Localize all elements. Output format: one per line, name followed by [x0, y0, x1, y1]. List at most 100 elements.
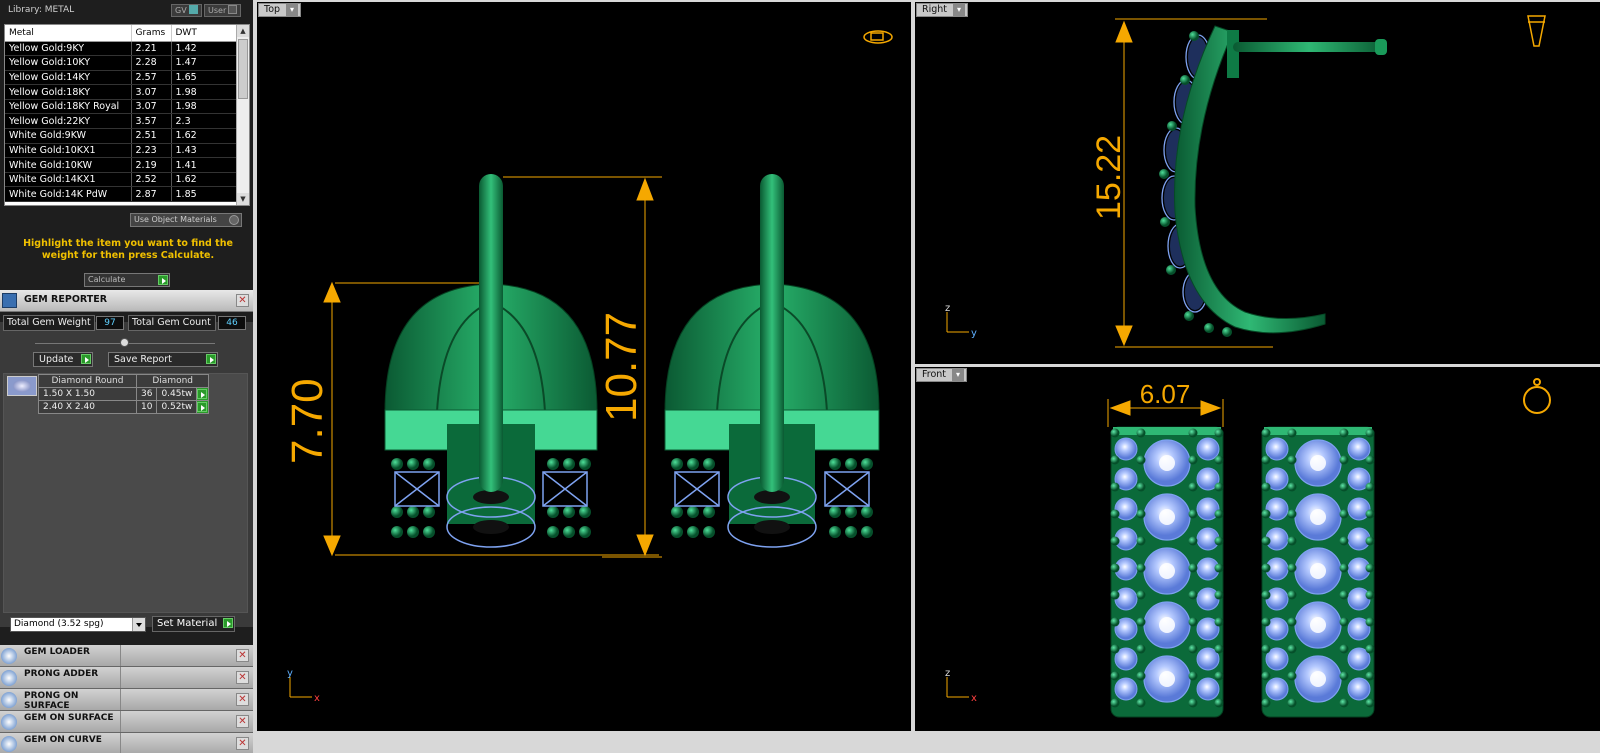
viewport-right[interactable]: 15.22 z y Right: [915, 2, 1600, 364]
dwt-cell: 1.62: [171, 172, 237, 188]
total-gem-weight-value: 97: [96, 316, 124, 330]
use-object-materials-label: Use Object Materials: [134, 215, 217, 224]
gem-count-cell: 10: [135, 400, 158, 414]
metal-row[interactable]: Yellow Gold:9KY 2.21 1.42: [5, 41, 237, 57]
dwt-cell: 1.47: [171, 55, 237, 71]
earring-left-top: [384, 174, 598, 548]
close-icon[interactable]: ✕: [236, 671, 249, 684]
user-toggle[interactable]: User: [204, 4, 242, 17]
gv-toggle[interactable]: GV: [171, 4, 202, 17]
axis-z-label: z: [945, 668, 950, 679]
gem-row[interactable]: 2.40 X 2.40 10 0.52tw: [38, 400, 210, 414]
gem-material-header: Diamond: [135, 374, 210, 388]
metal-name-cell: White Gold:9KW: [5, 128, 132, 144]
grams-cell: 2.51: [131, 128, 172, 144]
gem-reporter-icon: [2, 293, 17, 308]
metal-table[interactable]: Metal Grams DWT Yellow Gold:9KY 2.21 1.42 Y…: [4, 24, 250, 206]
metal-row[interactable]: Yellow Gold:14KY 2.57 1.65: [5, 70, 237, 86]
close-icon[interactable]: ✕: [236, 737, 249, 750]
material-select-value: Diamond (3.52 spg): [14, 619, 104, 629]
viewport-front-label[interactable]: Front: [916, 368, 968, 382]
metal-table-scrollbar[interactable]: ▲ ▼: [236, 25, 249, 205]
gem-weight-cell: 0.45tw: [156, 387, 198, 401]
viewport-right-label[interactable]: Right: [916, 3, 969, 17]
scroll-up-icon[interactable]: ▲: [237, 25, 249, 37]
chevron-down-icon[interactable]: [132, 618, 145, 631]
dimension-label-7-70: 7.70: [283, 378, 332, 464]
update-label: Update: [39, 354, 74, 365]
scroll-thumb[interactable]: [238, 39, 248, 99]
scroll-down-icon[interactable]: ▼: [237, 193, 249, 205]
grams-cell: 2.87: [131, 186, 172, 203]
close-icon[interactable]: ✕: [236, 715, 249, 728]
viewport-top-label[interactable]: Top: [258, 3, 302, 17]
viewport-top[interactable]: 7.70 10.77 y x Top: [257, 2, 911, 731]
view-cube-icon[interactable]: [1527, 15, 1546, 47]
play-arrow-icon[interactable]: [196, 387, 210, 401]
panel-prong-surface[interactable]: PRONG ON SURFACE ✕: [0, 689, 253, 711]
library-header: Library: METAL GV User: [0, 0, 253, 22]
metal-row[interactable]: Yellow Gold:18KY Royal 3.07 1.98: [5, 99, 237, 115]
metal-name-cell: Yellow Gold:10KY: [5, 55, 132, 71]
panel-divider: [120, 645, 230, 666]
prong-adder-icon: [1, 670, 17, 686]
use-object-materials-toggle[interactable]: Use Object Materials: [130, 213, 242, 227]
dimension-label-6-07: 6.07: [1140, 379, 1191, 409]
axis-y-label: y: [287, 668, 293, 679]
metal-row[interactable]: White Gold:9KW 2.51 1.62: [5, 128, 237, 144]
gem-weight-cell: 0.52tw: [156, 400, 198, 414]
close-icon[interactable]: ✕: [236, 294, 249, 307]
play-arrow-icon[interactable]: [196, 400, 210, 414]
panel-gem-surface[interactable]: GEM ON SURFACE ✕: [0, 711, 253, 733]
metal-row[interactable]: White Gold:14KX1 2.52 1.62: [5, 172, 237, 188]
calculate-button[interactable]: Calculate: [84, 273, 170, 287]
dimension-label-10-77: 10.77: [597, 312, 646, 422]
metal-name-cell: White Gold:10KX1: [5, 143, 132, 159]
grams-cell: 2.19: [131, 157, 172, 173]
view-cube-icon[interactable]: [863, 30, 893, 44]
panel-divider: [120, 711, 230, 732]
viewport-front[interactable]: 6.07 z x Front: [915, 367, 1600, 731]
save-report-label: Save Report: [114, 354, 172, 365]
user-label: User: [208, 6, 227, 15]
save-report-button[interactable]: Save Report: [108, 352, 218, 367]
splitter-handle[interactable]: [120, 338, 129, 347]
play-arrow-icon: [206, 354, 216, 364]
top-view-canvas: 7.70 10.77 y x: [283, 30, 893, 704]
earring-side-view: [1159, 25, 1387, 337]
dimension-label-15-22: 15.22: [1090, 135, 1128, 220]
right-view-canvas: 15.22 z y: [945, 15, 1546, 348]
metal-name-cell: White Gold:14K PdW: [5, 186, 132, 203]
metal-name-cell: Yellow Gold:22KY: [5, 113, 132, 130]
material-select[interactable]: Diamond (3.52 spg): [10, 617, 146, 632]
metal-row[interactable]: White Gold:14K PdW 2.87 1.85: [5, 186, 237, 203]
grams-cell: 2.23: [131, 143, 172, 159]
metal-row[interactable]: Yellow Gold:18KY 3.07 1.98: [5, 84, 237, 100]
front-view-canvas: 6.07 z x: [945, 378, 1551, 718]
grams-cell: 2.28: [131, 55, 172, 71]
metal-row[interactable]: White Gold:10KX1 2.23 1.43: [5, 143, 237, 159]
panel-gem-loader[interactable]: GEM LOADER ✕: [0, 645, 253, 667]
gem-row[interactable]: 1.50 X 1.50 36 0.45tw: [38, 387, 210, 401]
gv-indicator-icon: [188, 5, 198, 14]
gem-reporter-header[interactable]: GEM REPORTER ✕: [0, 290, 253, 312]
library-title: Library: METAL: [8, 5, 75, 15]
panel-gem-curve[interactable]: GEM ON CURVE ✕: [0, 733, 253, 753]
col-dwt[interactable]: DWT: [171, 25, 237, 42]
metal-table-header: Metal Grams DWT: [5, 25, 237, 42]
set-material-button[interactable]: Set Material: [152, 616, 235, 632]
ring-view-icon[interactable]: [1523, 378, 1551, 414]
metal-row[interactable]: Yellow Gold:22KY 3.57 2.3: [5, 113, 237, 130]
axis-x-label: x: [314, 693, 320, 704]
panel-prong-adder[interactable]: PRONG ADDER ✕: [0, 667, 253, 689]
metal-row[interactable]: White Gold:10KW 2.19 1.41: [5, 157, 237, 173]
update-button[interactable]: Update: [33, 352, 93, 367]
col-grams[interactable]: Grams: [131, 25, 172, 42]
metal-row[interactable]: Yellow Gold:10KY 2.28 1.47: [5, 55, 237, 71]
dwt-cell: 1.98: [171, 84, 237, 100]
close-icon[interactable]: ✕: [236, 693, 249, 706]
close-icon[interactable]: ✕: [236, 649, 249, 662]
calculate-hint: Highlight the item you want to find the …: [23, 238, 233, 261]
user-indicator-icon: [228, 5, 238, 14]
col-metal[interactable]: Metal: [5, 25, 132, 42]
